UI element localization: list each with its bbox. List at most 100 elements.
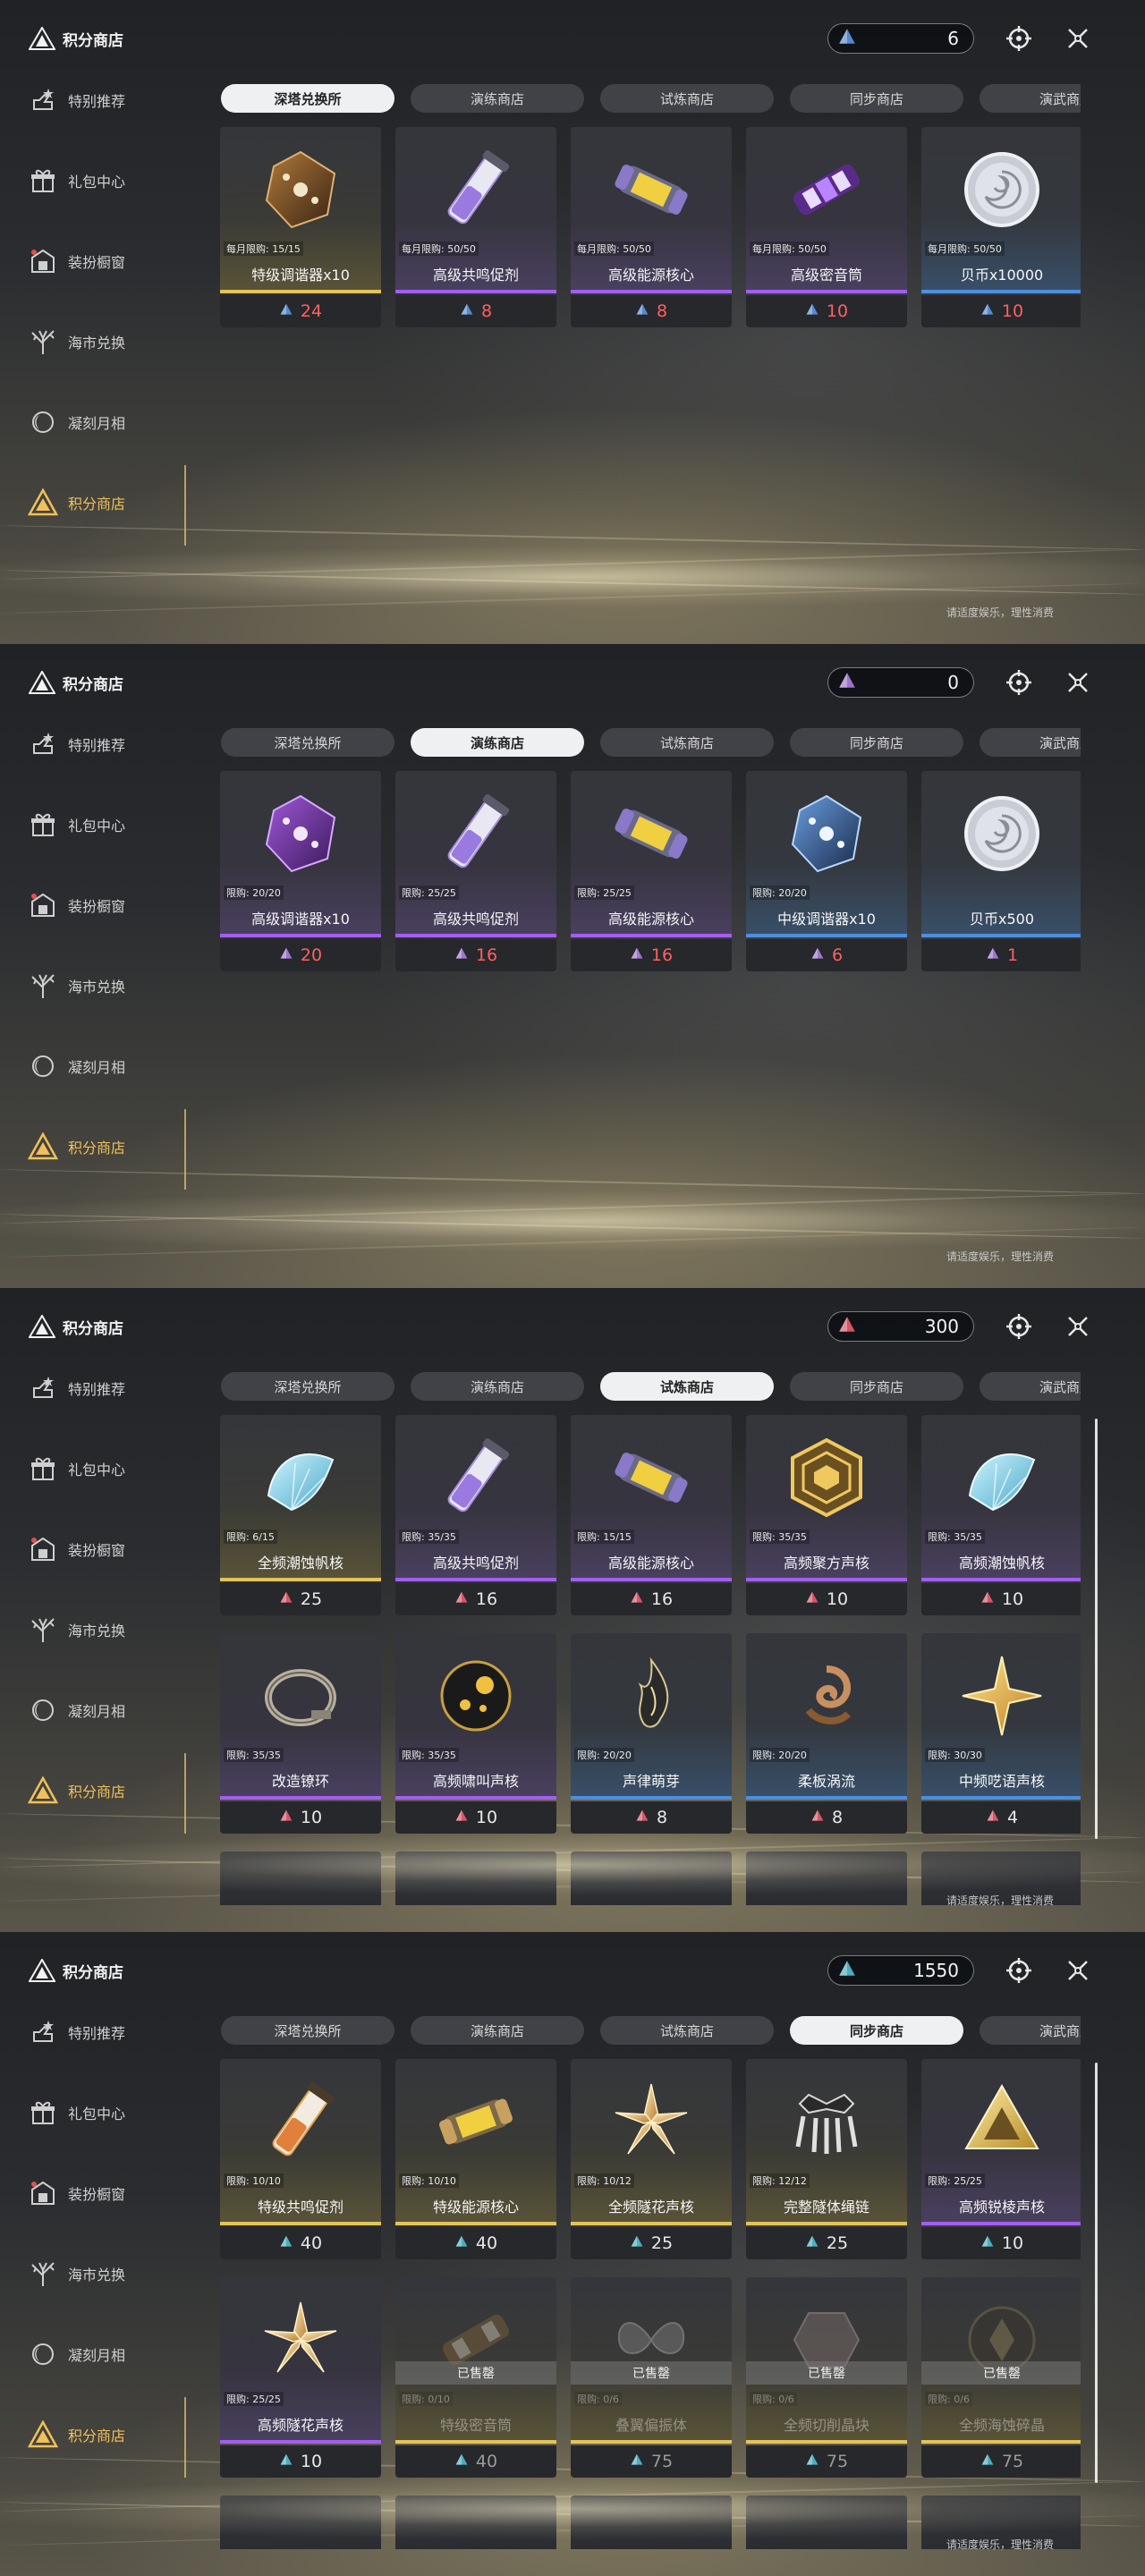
shop-item-card[interactable]: 每月限购: 50/50 高级密音筒 10 [746,127,907,329]
shop-item-card[interactable]: 限购: 10/10 特级共鸣促剂 40 [220,2059,381,2261]
sidebar-item-3[interactable]: 装扮橱窗 [25,1531,125,1567]
shop-item-card-partial[interactable] [921,1852,1081,1925]
shop-item-card[interactable]: 限购: 25/25 高频锐棱声核 10 [921,2059,1081,2261]
shop-item-card[interactable]: 限购: 35/35 高频聚方声核 10 [746,1415,907,1617]
sidebar-item-2[interactable]: 礼包中心 [25,2095,125,2131]
tab-4[interactable]: 同步商店 [790,728,963,757]
shop-item-card[interactable]: 限购: 35/35 高频啸叫声核 10 [395,1633,556,1835]
sidebar-item-1[interactable]: 特别推荐 [25,2014,125,2050]
purchase-limit: 限购: 35/35 [399,1530,459,1544]
shop-item-card[interactable]: 限购: 0/6 叠翼偏振体 已售罄 75 [571,2277,732,2479]
tab-1[interactable]: 深塔兑换所 [221,84,394,113]
sidebar-item-label: 海市兑换 [68,2267,126,2284]
sidebar-item-4[interactable]: 海市兑换 [25,324,125,360]
shop-item-card[interactable]: 限购: 0/10 特级密音筒 已售罄 40 [395,2277,556,2479]
item-frame: 限购: 35/35 改造镣环 [220,1633,381,1800]
tab-1[interactable]: 深塔兑换所 [221,2016,394,2045]
shop-item-card[interactable]: 限购: 15/15 高级能源核心 16 [571,1415,732,1617]
scrollbar[interactable] [1095,2063,1098,2483]
shop-item-card-partial[interactable] [220,2496,381,2569]
shop-item-card[interactable]: 限购: 35/35 改造镣环 10 [220,1633,381,1835]
item-price: 40 [395,2445,556,2478]
tab-5[interactable]: 演武商店 [980,728,1081,757]
sidebar-item-1[interactable]: 特别推荐 [25,1370,125,1406]
shop-item-card[interactable]: 限购: 35/35 高频潮蚀帆核 10 [921,1415,1081,1617]
sidebar-item-2[interactable]: 礼包中心 [25,163,125,199]
purchase-limit: 限购: 0/6 [925,2392,972,2406]
shop-item-card[interactable]: 限购: 20/20 高级调谐器x10 20 [220,771,381,973]
sidebar-item-3[interactable]: 装扮橱窗 [25,887,125,923]
shop-item-card[interactable]: 限购: 0/6 全频海蚀碎晶 已售罄 75 [921,2277,1081,2479]
shop-item-card[interactable]: 每月限购: 50/50 高级能源核心 8 [571,127,732,329]
tab-4[interactable]: 同步商店 [790,84,963,113]
tab-5[interactable]: 演武商店 [980,1372,1081,1401]
shop-item-card[interactable]: 限购: 25/25 高级共鸣促剂 16 [395,771,556,973]
sidebar-item-4[interactable]: 海市兑换 [25,1612,125,1648]
tab-2[interactable]: 演练商店 [411,2016,584,2045]
shop-item-card-partial[interactable] [395,2496,556,2569]
shop-item-card[interactable]: 限购: 10/12 全频隧花声核 25 [571,2059,732,2261]
item-name: 高级共鸣促剂 [432,1555,519,1572]
shop-item-card[interactable]: 贝币x500 1 [921,771,1081,973]
shop-item-card[interactable]: 限购: 20/20 中级调谐器x10 6 [746,771,907,973]
tab-3[interactable]: 试炼商店 [600,2016,774,2045]
sidebar-item-6[interactable]: 积分商店 [25,485,125,521]
shop-item-card[interactable]: 每月限购: 50/50 高级共鸣促剂 8 [395,127,556,329]
sidebar-item-4[interactable]: 海市兑换 [25,968,125,1004]
sidebar-item-6[interactable]: 积分商店 [25,1129,125,1165]
tab-2[interactable]: 演练商店 [411,728,584,757]
item-frame: 限购: 12/12 完整隧体绳链 [746,2059,907,2225]
tab-4[interactable]: 同步商店 [790,1372,963,1401]
shop-item-card[interactable]: 限购: 25/25 高频隧花声核 10 [220,2277,381,2479]
tab-3[interactable]: 试炼商店 [600,1372,774,1401]
sidebar-item-label: 特别推荐 [68,2025,126,2042]
tab-3[interactable]: 试炼商店 [600,84,774,113]
shop-item-card[interactable]: 限购: 35/35 高级共鸣促剂 16 [395,1415,556,1617]
scrollbar[interactable] [1095,1419,1098,1839]
sidebar-item-4[interactable]: 海市兑换 [25,2256,125,2292]
sidebar-item-1[interactable]: 特别推荐 [25,82,125,118]
tab-3[interactable]: 试炼商店 [600,728,774,757]
shop-item-card-partial[interactable] [395,1852,556,1925]
tab-5[interactable]: 演武商店 [980,84,1081,113]
sidebar-item-2[interactable]: 礼包中心 [25,1451,125,1487]
shop-item-card[interactable]: 限购: 20/20 声律萌芽 8 [571,1633,732,1835]
shop-item-card-partial[interactable] [571,1852,732,1925]
sidebar-item-2[interactable]: 礼包中心 [25,807,125,843]
shop-item-card[interactable]: 限购: 30/30 中频呓语声核 4 [921,1633,1081,1835]
shop-item-card[interactable]: 限购: 10/10 特级能源核心 40 [395,2059,556,2261]
shop-item-card-partial[interactable] [921,2496,1081,2569]
shop-item-card-partial[interactable] [571,2496,732,2569]
shop-item-card[interactable]: 每月限购: 15/15 特级调谐器x10 24 [220,127,381,329]
item-name: 高级共鸣促剂 [432,267,519,284]
price-value: 16 [475,945,498,965]
tab-2[interactable]: 演练商店 [411,1372,584,1401]
sidebar-item-1[interactable]: 特别推荐 [25,726,125,762]
tab-1[interactable]: 深塔兑换所 [221,728,394,757]
tab-2[interactable]: 演练商店 [411,84,584,113]
sidebar-item-5[interactable]: 凝刻月相 [25,404,125,440]
sidebar-item-5[interactable]: 凝刻月相 [25,2336,125,2372]
shop-item-card[interactable]: 限购: 20/20 柔板涡流 8 [746,1633,907,1835]
tab-4[interactable]: 同步商店 [790,2016,963,2045]
sidebar-item-3[interactable]: 装扮橱窗 [25,2175,125,2211]
shop-item-card-partial[interactable] [220,1852,381,1925]
sold-out-label: 已售罄 [921,2361,1081,2385]
shop-item-card[interactable]: 每月限购: 50/50 贝币x10000 10 [921,127,1081,329]
shop-item-card[interactable]: 限购: 0/6 全频切削晶块 已售罄 75 [746,2277,907,2479]
sidebar-item-6[interactable]: 积分商店 [25,1773,125,1809]
tab-1[interactable]: 深塔兑换所 [221,1372,394,1401]
shop-item-card[interactable]: 限购: 25/25 高级能源核心 16 [571,771,732,973]
item-price: 1 [921,939,1081,971]
item-frame: 限购: 35/35 高级共鸣促剂 [395,1415,556,1581]
sidebar-item-5[interactable]: 凝刻月相 [25,1048,125,1084]
shop-item-card[interactable]: 限购: 12/12 完整隧体绳链 25 [746,2059,907,2261]
shop-item-card[interactable]: 限购: 6/15 全频潮蚀帆核 25 [220,1415,381,1617]
shop-item-card-partial[interactable] [746,2496,907,2569]
sidebar-item-6[interactable]: 积分商店 [25,2417,125,2453]
purchase-limit: 限购: 0/6 [750,2392,797,2406]
sidebar-item-5[interactable]: 凝刻月相 [25,1692,125,1728]
sidebar-item-3[interactable]: 装扮橱窗 [25,243,125,279]
shop-item-card-partial[interactable] [746,1852,907,1925]
tab-5[interactable]: 演武商店 [980,2016,1081,2045]
